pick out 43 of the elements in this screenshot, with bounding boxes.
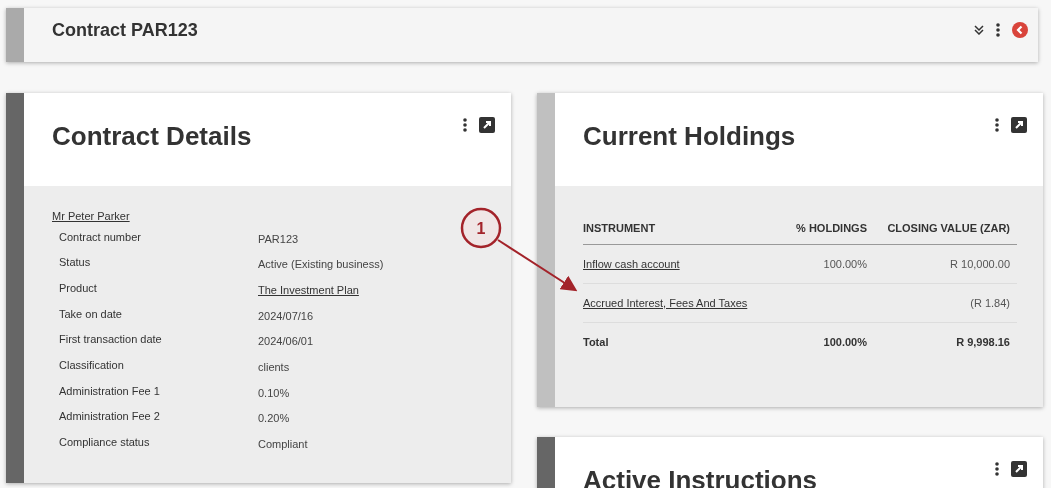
- more-icon[interactable]: [463, 118, 467, 132]
- page-title: Contract PAR123: [52, 18, 198, 42]
- expand-icon[interactable]: [1011, 461, 1027, 477]
- more-icon[interactable]: [995, 118, 999, 132]
- more-icon[interactable]: [996, 23, 1000, 37]
- field-label: Status: [59, 255, 92, 271]
- field-label: Administration Fee 2: [59, 409, 161, 425]
- annotation-callout: 1: [460, 207, 578, 292]
- field-value: Active (Existing business): [258, 257, 384, 273]
- column-header: CLOSING VALUE (ZAR): [886, 221, 1011, 236]
- field-label: Administration Fee 1: [59, 383, 161, 399]
- field-label: Product: [59, 280, 98, 296]
- field-label: Compliance status: [59, 435, 151, 450]
- field-value: Compliant: [258, 437, 308, 452]
- product-link[interactable]: The Investment Plan: [258, 281, 359, 299]
- card-title: Contract Details: [52, 123, 252, 149]
- table-cell: Total: [583, 336, 609, 349]
- field-value: 2024/07/16: [258, 308, 314, 324]
- field-label: Classification: [59, 357, 125, 373]
- collapse-icon[interactable]: [974, 25, 984, 35]
- accent-stripe: [6, 8, 24, 62]
- column-header: INSTRUMENT: [583, 221, 657, 236]
- field-value: 2024/06/01: [258, 334, 314, 350]
- field-label: Contract number: [59, 229, 142, 245]
- field-value: clients: [258, 359, 290, 375]
- expand-icon[interactable]: [479, 117, 495, 133]
- column-header: % HOLDINGS: [795, 221, 867, 236]
- card-title: Current Holdings: [583, 123, 796, 149]
- field-label: Take on date: [59, 306, 123, 322]
- field-value: PAR123: [258, 231, 299, 247]
- expand-icon[interactable]: [1011, 117, 1027, 133]
- table-cell: 100.00%: [823, 336, 867, 349]
- instrument-link[interactable]: Accrued Interest, Fees And Taxes: [583, 296, 748, 309]
- close-icon[interactable]: [1012, 22, 1028, 38]
- field-value: 0.20%: [258, 411, 290, 427]
- more-icon[interactable]: [995, 462, 999, 476]
- table-cell: R 9,998.16: [956, 336, 1010, 349]
- table-cell: R 10,000.00: [950, 257, 1010, 270]
- table-cell: (R 1.84): [970, 296, 1010, 309]
- field-value: 0.10%: [258, 385, 290, 401]
- instrument-link[interactable]: Inflow cash account: [583, 257, 680, 270]
- field-label: First transaction date: [59, 332, 163, 348]
- table-cell: 100.00%: [823, 257, 867, 270]
